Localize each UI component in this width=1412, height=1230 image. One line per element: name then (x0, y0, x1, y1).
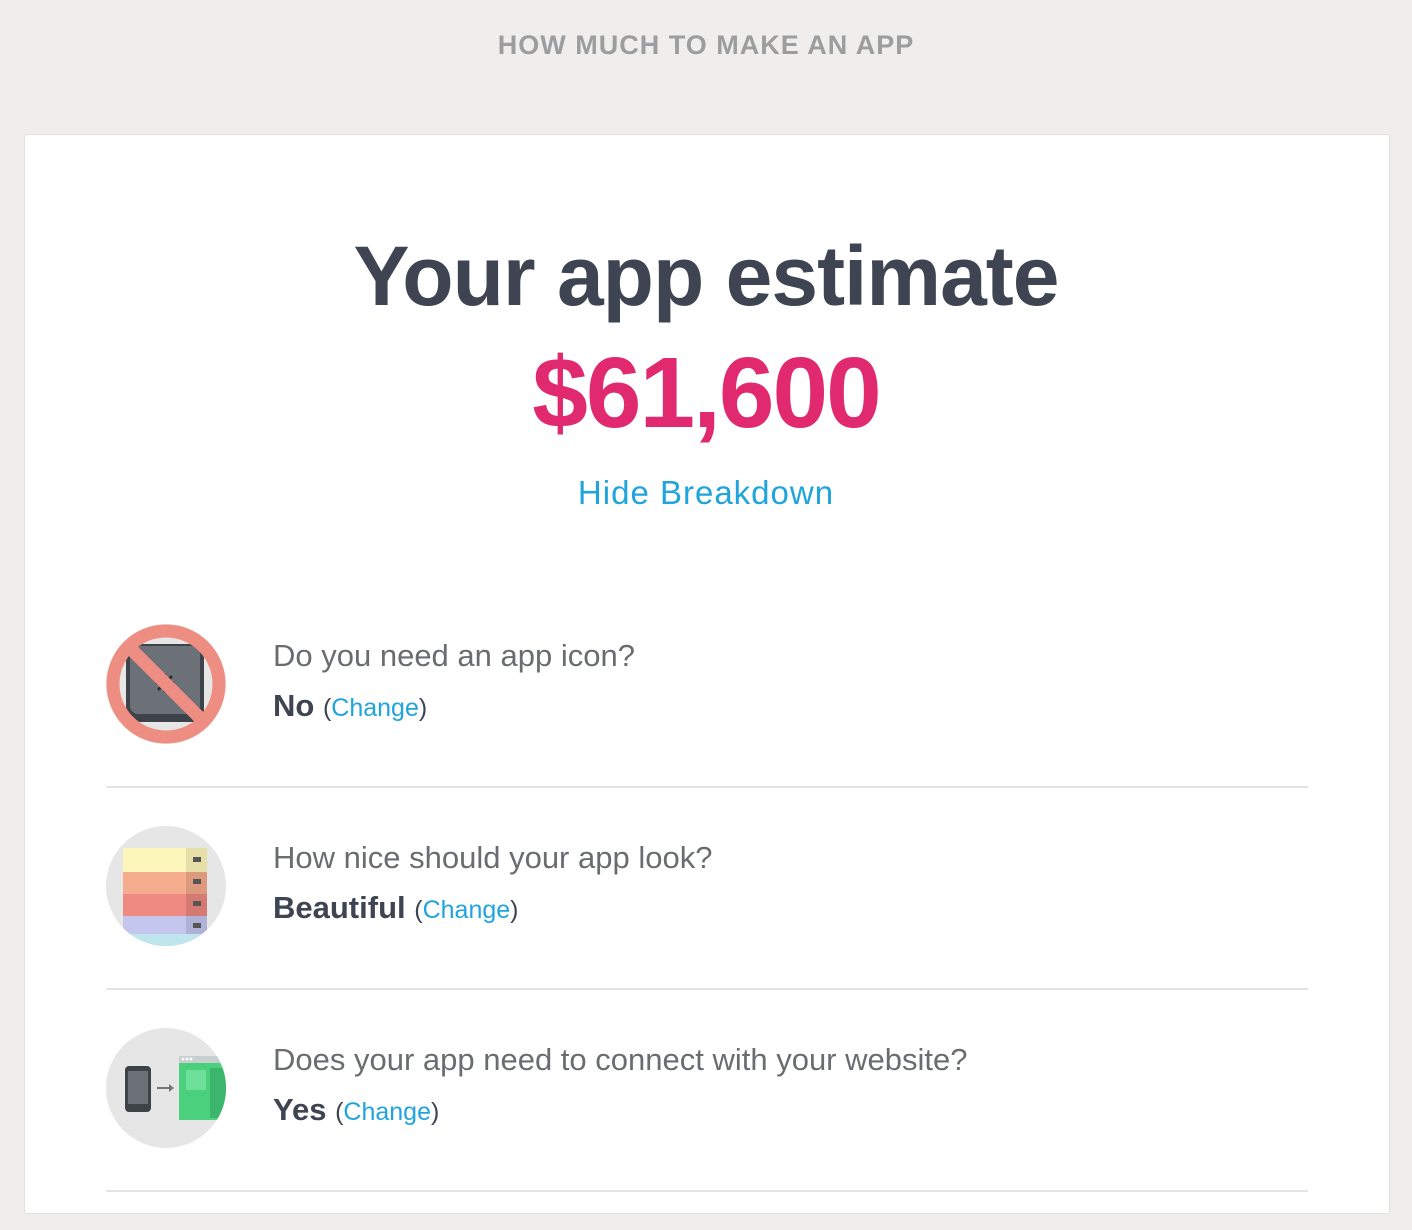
change-link[interactable]: Change (343, 1098, 431, 1126)
divider (106, 988, 1308, 990)
hide-breakdown-link[interactable]: Hide Breakdown (0, 474, 1412, 512)
answer-line: Beautiful (Change) (273, 890, 518, 926)
estimate-price: $61,600 (532, 337, 881, 449)
close-paren: ) (510, 896, 519, 924)
site-title[interactable]: HOW MUCH TO MAKE AN APP (0, 30, 1412, 61)
close-paren: ) (418, 694, 428, 722)
top-bar: HOW MUCH TO MAKE AN APP (0, 0, 1412, 134)
open-paren: ( (414, 896, 423, 924)
answer-line: No (Change) (273, 688, 427, 724)
change-link[interactable]: Change (331, 694, 419, 722)
estimate-heading: Your app estimate (353, 229, 1060, 323)
divider (106, 1190, 1308, 1192)
breakdown-row-design: How nice should your app look? Beautiful… (106, 826, 1308, 1028)
answer-value: Yes (273, 1092, 327, 1127)
divider (106, 786, 1308, 788)
answer-value: Beautiful (273, 890, 406, 925)
no-app-icon-icon (106, 624, 226, 744)
design-swatches-icon (106, 826, 226, 946)
answer-value: No (273, 688, 315, 723)
question-text: How nice should your app look? (273, 840, 713, 875)
answer-line: Yes (Change) (273, 1092, 439, 1128)
change-link[interactable]: Change (423, 896, 511, 924)
breakdown-row-website: Does your app need to connect with your … (106, 1028, 1308, 1230)
phone-to-website-icon (106, 1028, 226, 1148)
close-paren: ) (430, 1098, 440, 1126)
question-text: Does your app need to connect with your … (273, 1042, 968, 1077)
question-text: Do you need an app icon? (273, 638, 635, 673)
breakdown-row-app-icon: Do you need an app icon? No (Change) (106, 624, 1308, 826)
